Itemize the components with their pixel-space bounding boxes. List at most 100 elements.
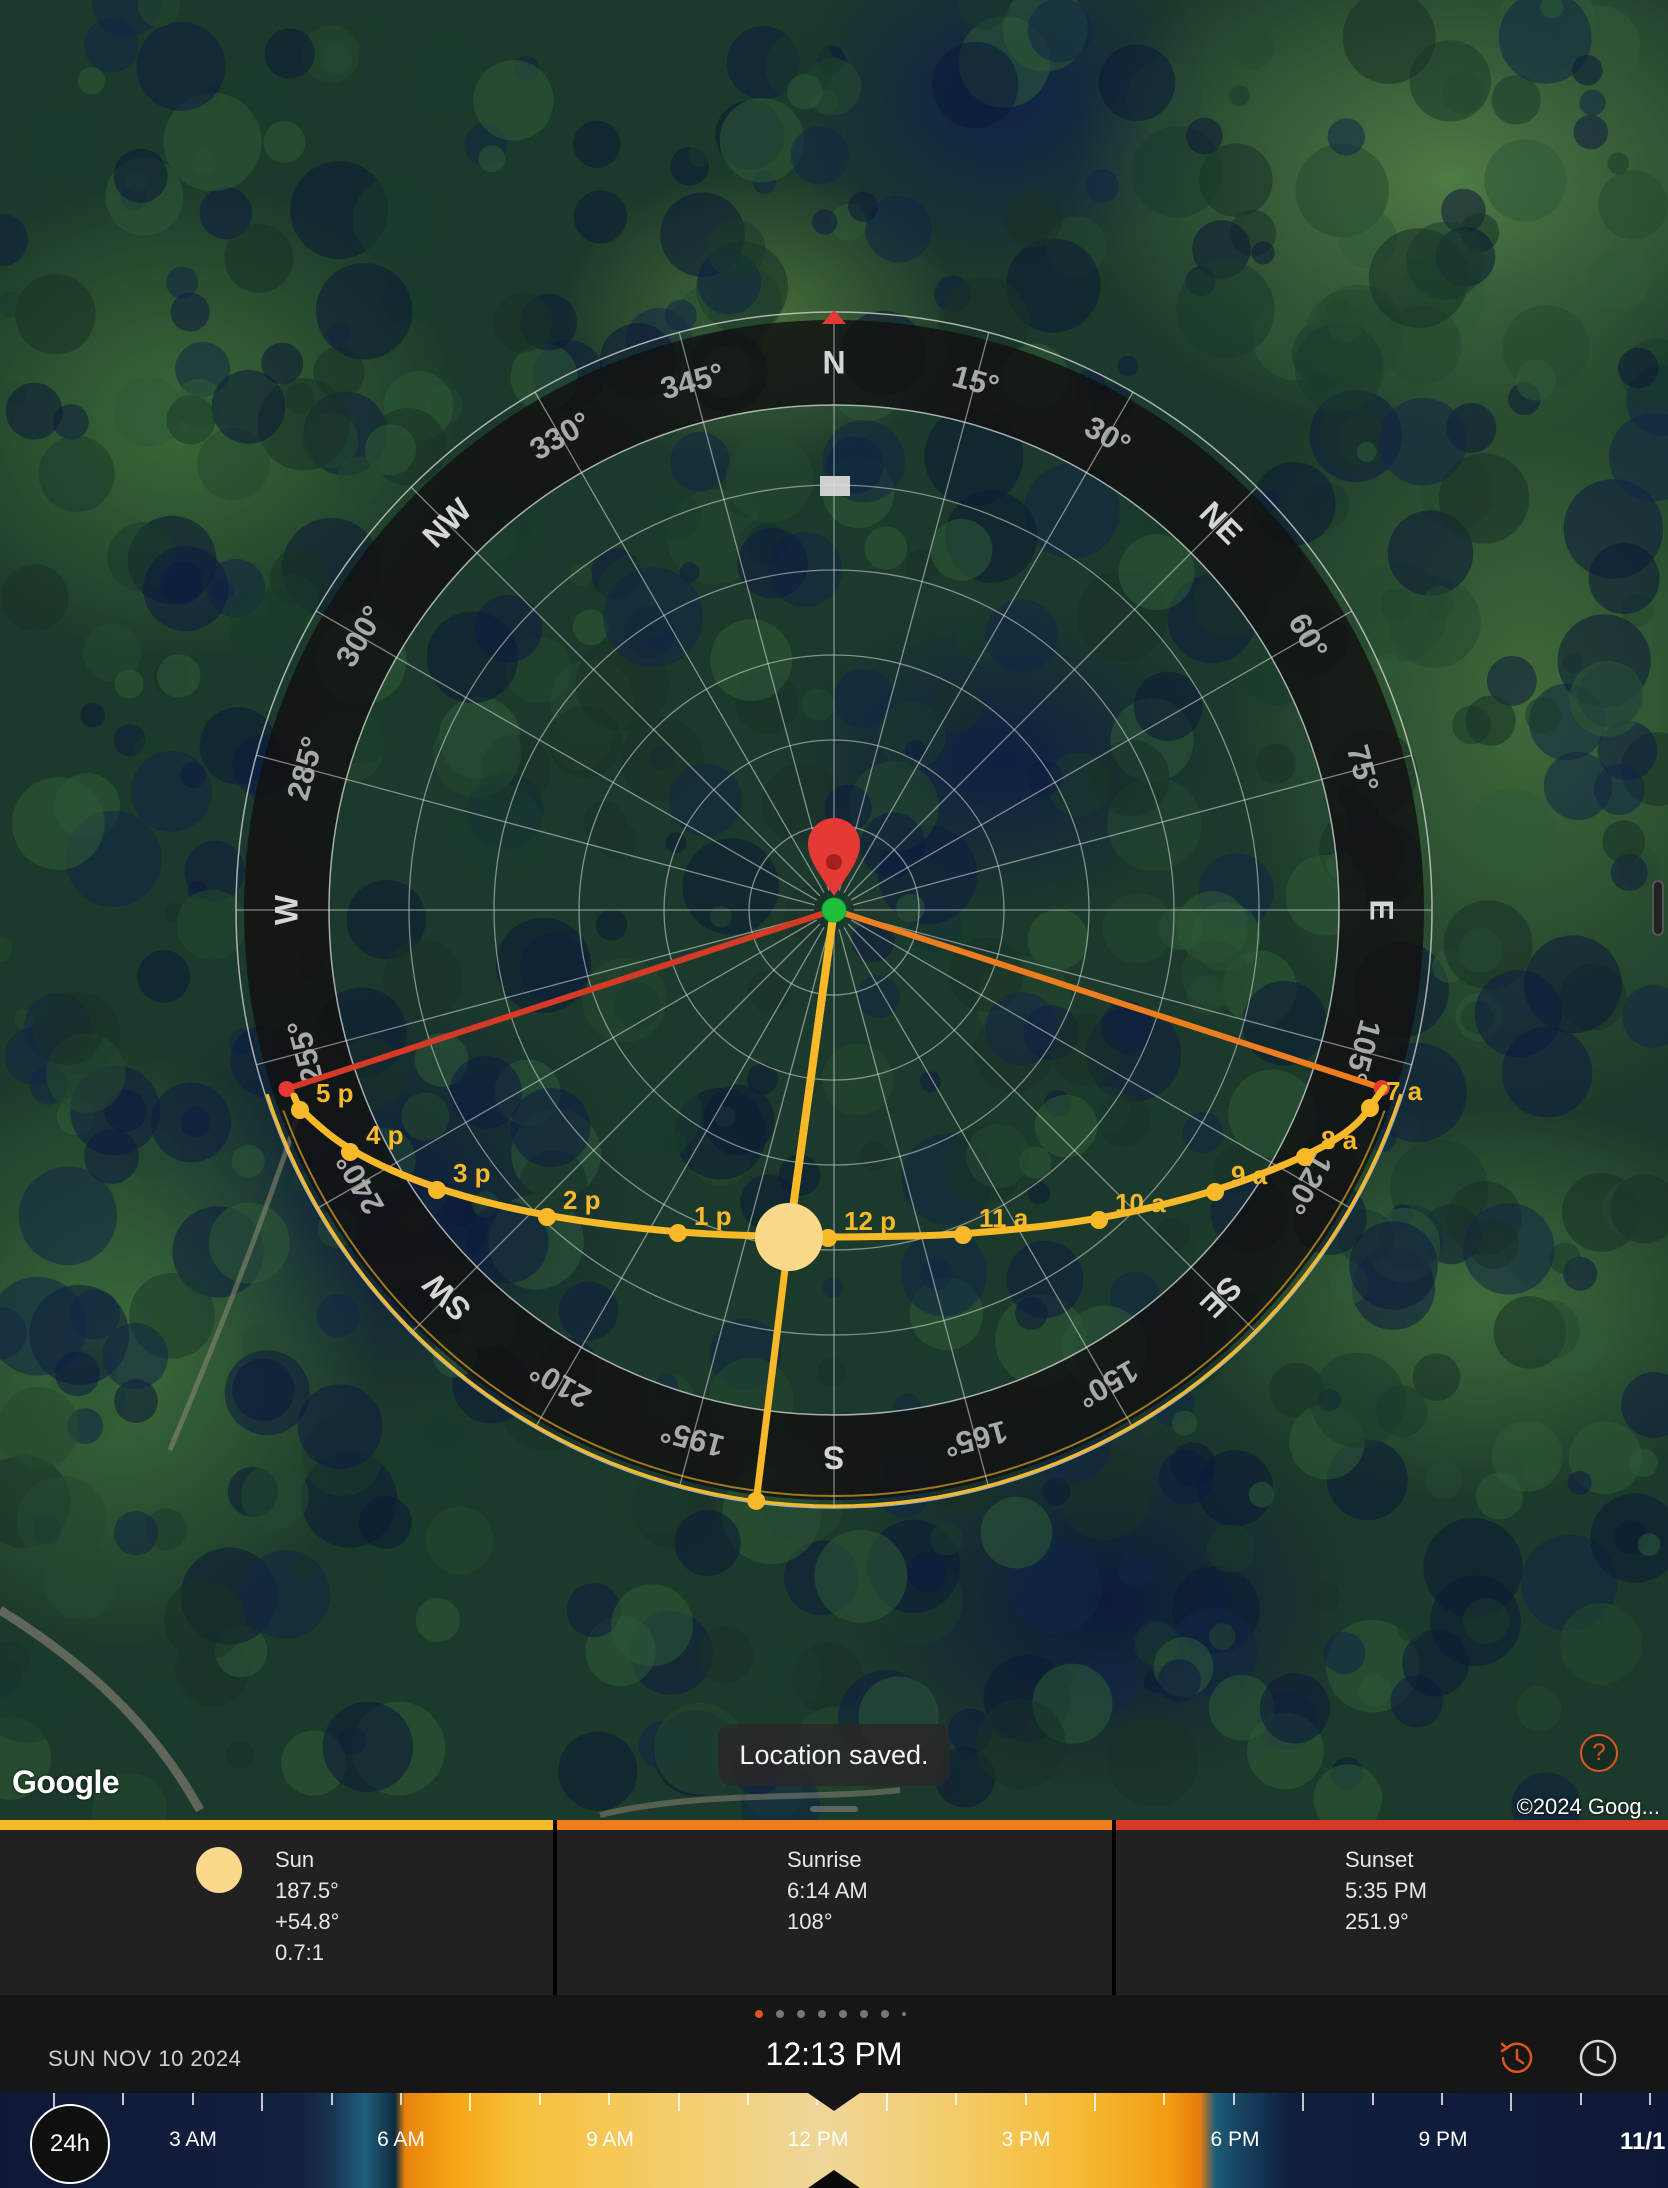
hour-label: 2 p [563,1185,601,1215]
sunset-direction-line [285,907,835,1092]
sunset-time: 5:35 PM [1345,1878,1427,1903]
azimuth-line [853,754,1412,906]
hour-label: 9 a [1231,1160,1268,1190]
sunset-color-bar [1116,1820,1668,1830]
azimuth-line [256,754,815,906]
satellite-map[interactable]: N NE E SE S SW W NW 15° 30° 60° 75° 105° 120° 150° 165°… [0,0,1668,1820]
sunset-info[interactable]: Sunset 5:35 PM 251.9° [1345,1844,1427,1937]
history-clock-icon[interactable] [1494,2036,1538,2080]
info-panel: Sun 187.5° +54.8° 0.7:1 Sunrise 6:14 AM … [0,1820,1668,1995]
timeline-hour-label: 9 PM [1418,2128,1468,2151]
timeline-tick [400,2093,402,2105]
hour-label: 1 p [694,1201,732,1231]
cardinal-e: E [1364,899,1400,920]
clock-icon[interactable] [1576,2036,1620,2080]
column-divider [1112,1820,1116,1995]
timeline-tick [538,2093,541,2105]
hour-marker [1296,1148,1314,1166]
side-panel-handle[interactable] [1652,880,1664,936]
sunset-title: Sunset [1345,1847,1414,1872]
timeline-tick [677,2093,680,2111]
hour-label: 7 a [1386,1076,1423,1106]
sun-azimuth-line [785,909,838,1238]
hour-label: 11 a [979,1203,1029,1233]
hour-marker [1206,1183,1224,1201]
hour-marker [1090,1211,1108,1229]
map-copyright[interactable]: ©2024 Goog... [1517,1794,1660,1820]
timeline-hour-label: 6 AM [377,2128,425,2151]
hour-label: 8 a [1321,1125,1358,1155]
sun-position [755,1203,823,1271]
time-pointer-bottom [808,2170,860,2188]
azimuth-line [853,914,1412,1066]
column-divider [553,1820,557,1995]
azimuth-line [534,926,825,1429]
google-logo: Google [12,1764,120,1800]
timeline-tick [885,2093,888,2111]
timeline-tick [1302,2093,1305,2111]
help-button[interactable]: ? [1580,1734,1618,1772]
azimuth-line [315,919,818,1210]
page-dot[interactable] [860,2010,868,2018]
observer-location [821,897,847,923]
hour-label: 10 a [1115,1188,1166,1218]
timeline-hour-label: 11/1 [1620,2128,1666,2155]
sunrise-azimuth: 108° [787,1909,833,1934]
page-dot[interactable] [755,2010,763,2018]
timeline-tick [1024,2093,1027,2105]
shadow-ratio: 0.7:1 [275,1940,324,1965]
timeline-tick [469,2093,472,2111]
sunrise-info[interactable]: Sunrise 6:14 AM 108° [787,1844,868,1937]
timeline-tick [747,2093,749,2105]
24h-toggle-button[interactable]: 24h [30,2104,110,2184]
azimuth-line [315,610,818,901]
hour-marker [538,1208,556,1226]
azimuth-line [850,610,1353,901]
sunset-azimuth: 251.9° [1345,1909,1409,1934]
timeline-hour-label: 12 PM [787,2128,849,2151]
timeline-tick [1441,2093,1443,2105]
timeline-tick [1163,2093,1166,2105]
azimuth-line [847,923,1258,1334]
hour-label: 4 p [366,1120,404,1150]
sun-ring-marker [747,1491,766,1510]
azimuth-line [838,332,990,891]
time-label[interactable]: 12:13 PM [0,2036,1668,2073]
panel-drag-handle[interactable] [810,1806,858,1812]
timeline-tick [122,2093,125,2105]
sun-azimuth: 187.5° [275,1878,339,1903]
hour-marker [291,1101,309,1119]
hour-marker [669,1224,687,1242]
hour-marker [341,1143,359,1161]
time-pointer [808,2093,860,2111]
hour-marker [1361,1099,1379,1117]
azimuth-line [534,391,825,894]
sun-color-bar [0,1820,553,1830]
page-dot[interactable] [839,2010,847,2018]
azimuth-line [847,486,1258,897]
timeline-tick [1649,2093,1652,2105]
cardinal-s: S [823,1440,844,1476]
hour-label: 5 p [316,1078,354,1108]
timeline-tick [955,2093,958,2105]
sun-compass-overlay[interactable]: NNEESESSWWNW15°30°60°75°105°120°150°165°… [0,0,1668,1820]
page-dot[interactable] [818,2010,826,2018]
timeline-tick [1094,2093,1096,2111]
azimuth-line [256,914,815,1066]
timeline-tick [1579,2093,1582,2105]
sunrise-color-bar [557,1820,1112,1830]
timeline-tick [1371,2093,1374,2105]
hour-marker [428,1181,446,1199]
sunrise-title: Sunrise [787,1847,862,1872]
page-dot[interactable] [881,2010,889,2018]
sun-elevation: +54.8° [275,1909,340,1934]
timeline-hour-label: 3 AM [169,2128,217,2151]
sunrise-time: 6:14 AM [787,1878,868,1903]
page-dot[interactable] [776,2010,784,2018]
sun-info[interactable]: Sun 187.5° +54.8° 0.7:1 [275,1844,339,1968]
page-dot[interactable] [797,2010,805,2018]
hour-marker [954,1226,972,1244]
page-dot[interactable] [902,2012,906,2016]
timeline-tick [261,2093,264,2111]
sun-title: Sun [275,1847,315,1872]
